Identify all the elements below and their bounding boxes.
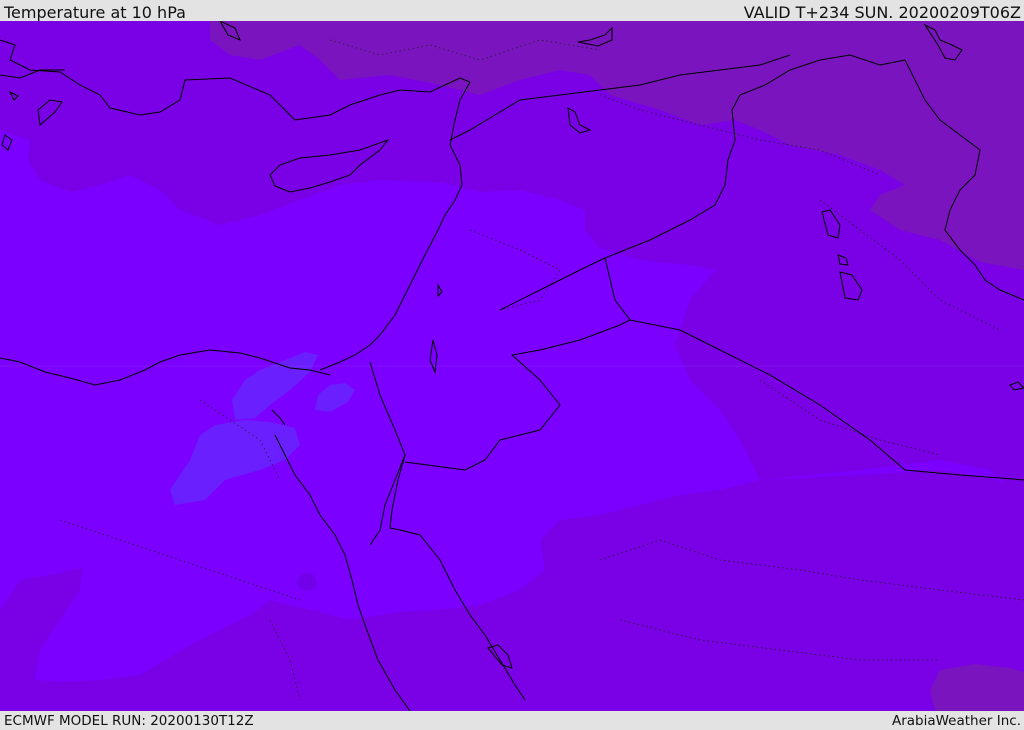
- band-cold-4: [297, 573, 317, 591]
- valid-time-label: VALID T+234 SUN. 20200209T06Z: [743, 3, 1021, 22]
- band-warm-southeast: [930, 664, 1024, 711]
- model-run-label: ECMWF MODEL RUN: 20200130T12Z: [4, 713, 254, 729]
- map-footer: ECMWF MODEL RUN: 20200130T12Z ArabiaWeat…: [0, 711, 1024, 729]
- map-header: Temperature at 10 hPa VALID T+234 SUN. 2…: [0, 0, 1024, 22]
- map-title: Temperature at 10 hPa: [4, 3, 186, 22]
- temperature-map: [0, 21, 1024, 711]
- credit-label: ArabiaWeather Inc.: [891, 713, 1021, 729]
